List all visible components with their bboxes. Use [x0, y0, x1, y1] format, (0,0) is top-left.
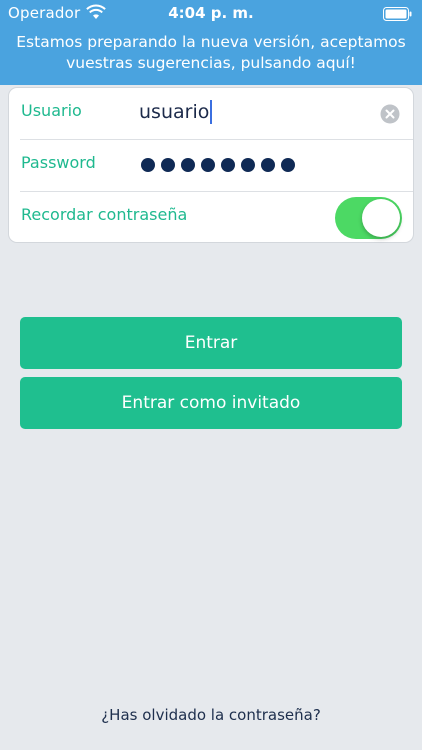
login-button[interactable]: Entrar — [20, 317, 402, 369]
login-form: Usuario usuario Password Recordar contra… — [8, 87, 414, 243]
password-mask-dot — [281, 158, 295, 172]
forgot-password-link[interactable]: ¿Has olvidado la contraseña? — [0, 706, 422, 724]
password-mask-dot — [161, 158, 175, 172]
password-row: Password — [9, 140, 413, 192]
battery-icon — [383, 7, 413, 21]
password-field[interactable] — [141, 155, 295, 175]
clear-icon[interactable] — [380, 104, 400, 124]
password-mask-dot — [201, 158, 215, 172]
username-label: Usuario — [21, 101, 82, 120]
remember-row: Recordar contraseña — [9, 192, 413, 244]
password-mask-dot — [141, 158, 155, 172]
password-mask-dot — [261, 158, 275, 172]
text-caret — [210, 100, 213, 124]
remember-toggle[interactable] — [335, 197, 402, 239]
remember-label: Recordar contraseña — [21, 205, 188, 224]
username-field[interactable]: usuario — [139, 98, 369, 126]
password-label: Password — [21, 153, 96, 172]
status-bar: Operador 4:04 p. m. — [0, 0, 422, 27]
toggle-knob — [362, 199, 400, 237]
status-time: 4:04 p. m. — [168, 4, 254, 22]
guest-login-button[interactable]: Entrar como invitado — [20, 377, 402, 429]
password-mask-dot — [221, 158, 235, 172]
feedback-banner[interactable]: Estamos preparando la nueva versión, ace… — [0, 27, 422, 85]
password-mask-dot — [181, 158, 195, 172]
password-mask-dot — [241, 158, 255, 172]
username-value: usuario — [139, 101, 210, 123]
username-row: Usuario usuario — [9, 88, 413, 140]
